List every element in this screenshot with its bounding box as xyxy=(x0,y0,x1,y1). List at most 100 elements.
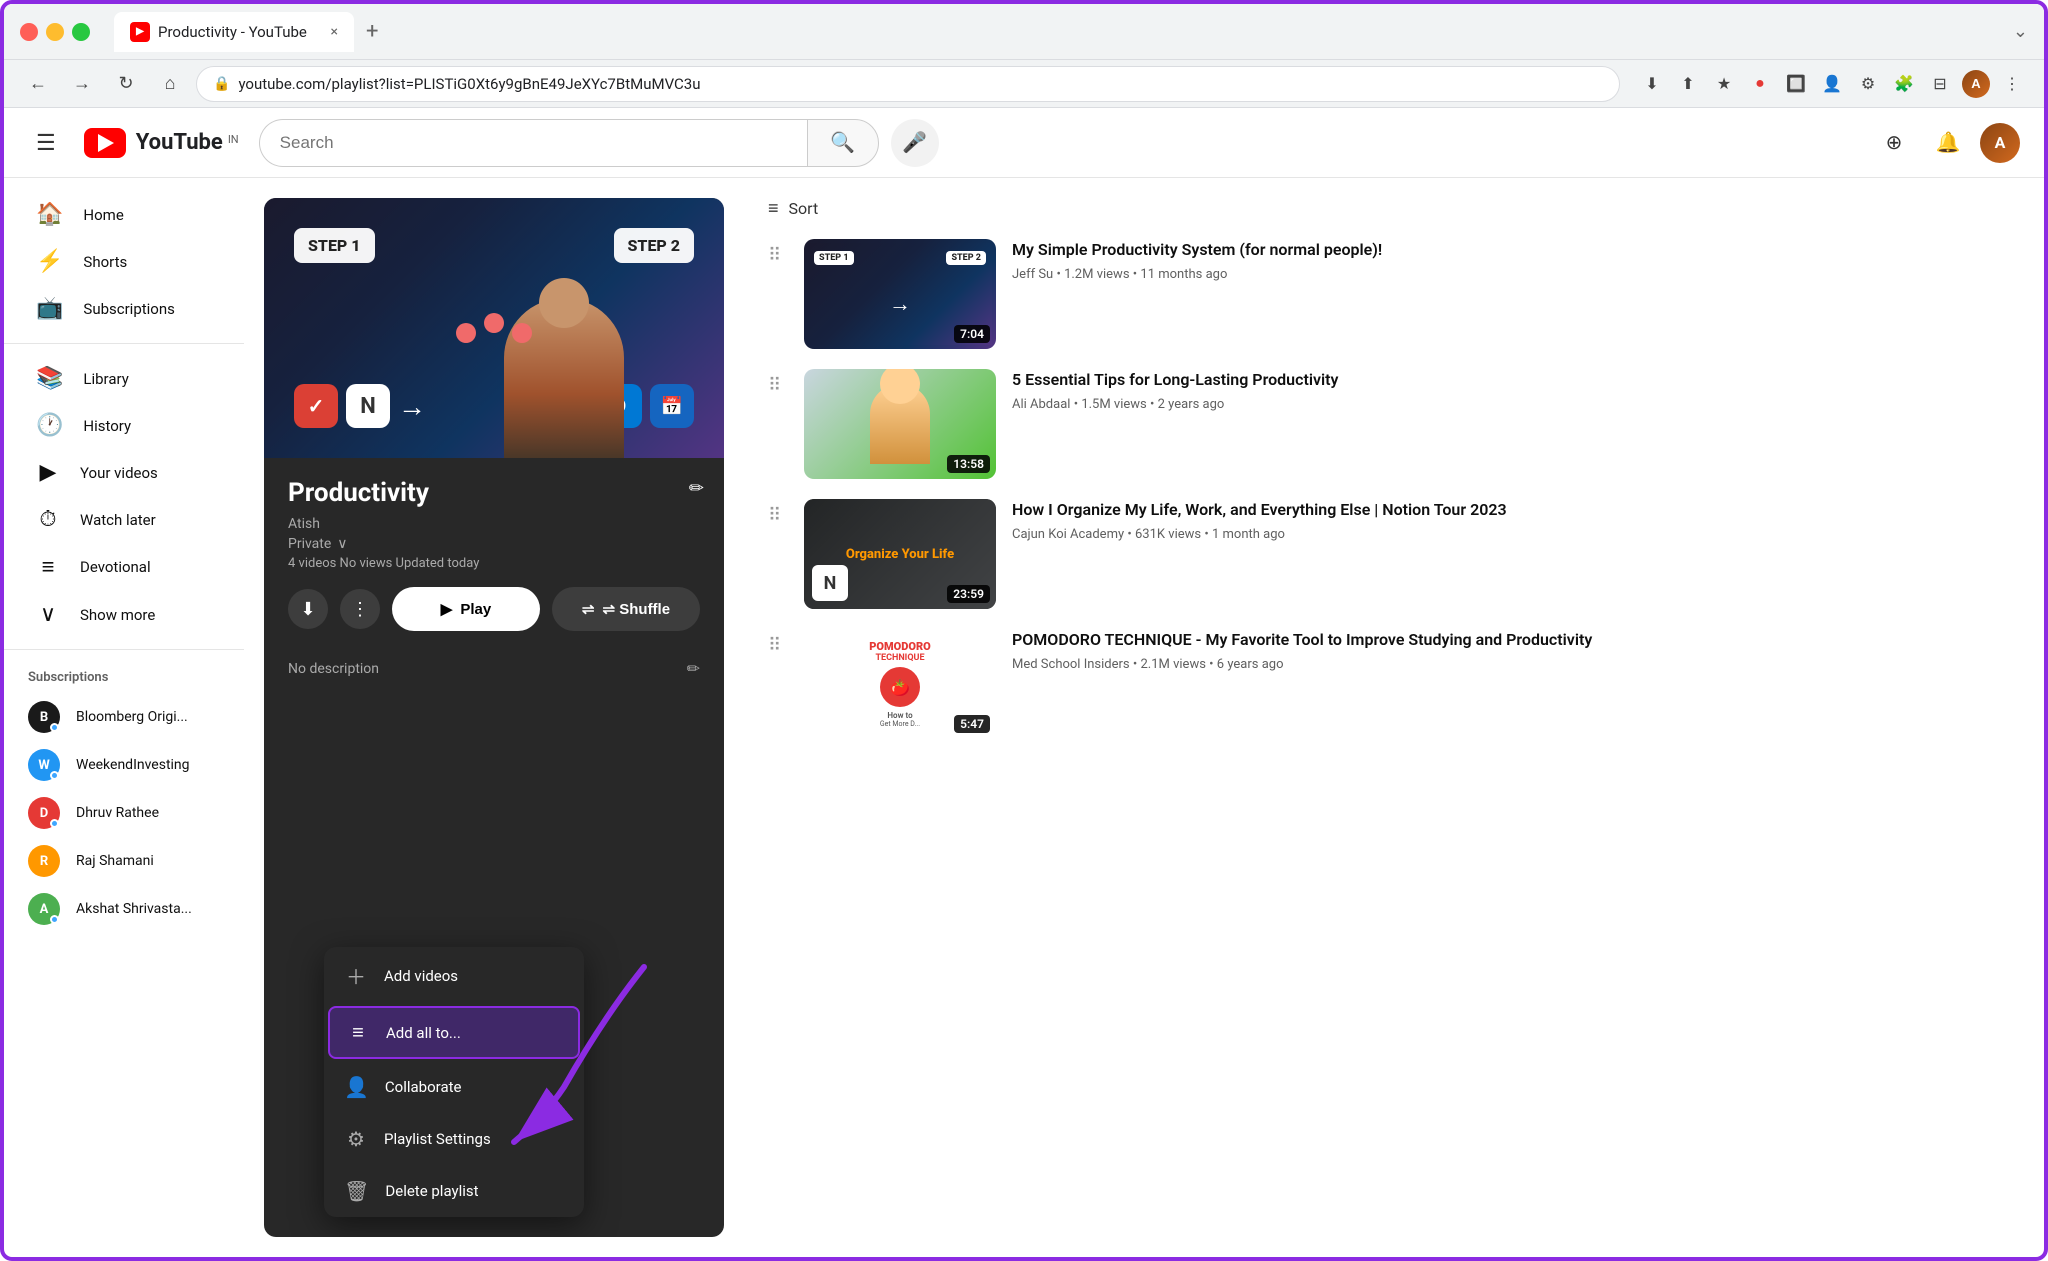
sidebar-item-home[interactable]: 🏠 Home xyxy=(12,192,236,237)
tab-close-button[interactable]: × xyxy=(331,24,338,40)
video-age-2: 2 years ago xyxy=(1158,397,1225,412)
sidebar-item-history[interactable]: 🕐 History xyxy=(12,403,236,448)
history-icon: 🕐 xyxy=(36,413,63,438)
akshat-avatar: A xyxy=(28,893,60,925)
browser-actions: ⬇ ⬆ ★ ● 🔲 👤 ⚙ 🧩 ⊟ A ⋮ xyxy=(1636,68,2028,100)
sidebar-label-home: Home xyxy=(83,206,123,224)
sidebar-item-shorts[interactable]: ⚡ Shorts xyxy=(12,239,236,284)
dropdown-collaborate[interactable]: 👤 Collaborate xyxy=(324,1061,584,1113)
search-input[interactable] xyxy=(259,119,807,167)
bookmark-icon[interactable]: ★ xyxy=(1708,68,1740,100)
notion-icon: N xyxy=(346,384,390,428)
dropdown-add-all-to[interactable]: ≡ Add all to... xyxy=(328,1006,580,1059)
sidebar-toggle-icon[interactable]: ⊟ xyxy=(1924,68,1956,100)
dropdown-add-videos[interactable]: ＋ Add videos xyxy=(324,947,584,1004)
user-avatar[interactable]: A xyxy=(1980,123,2020,163)
minimize-traffic-light[interactable] xyxy=(46,23,64,41)
profile-icon[interactable]: A xyxy=(1960,68,1992,100)
refresh-button[interactable]: ↻ xyxy=(108,66,144,102)
download-playlist-button[interactable]: ⬇ xyxy=(288,589,328,629)
desc-edit-button[interactable]: ✏ xyxy=(687,659,700,679)
voice-search-button[interactable]: 🎤 xyxy=(891,119,939,167)
extension-4-icon[interactable]: ⚙ xyxy=(1852,68,1884,100)
address-bar[interactable]: 🔒 youtube.com/playlist?list=PLISTiG0Xt6y… xyxy=(196,66,1620,102)
video-item-2[interactable]: ⠿ 13:58 5 Essential Tips for Long-Lastin… xyxy=(768,369,2020,479)
asana-logo xyxy=(456,313,532,343)
shuffle-icon: ⇌ xyxy=(582,600,595,618)
shuffle-playlist-button[interactable]: ⇌ ⇌ Shuffle xyxy=(552,587,700,631)
sidebar-label-library: Library xyxy=(83,370,128,388)
video-item-3[interactable]: ⠿ Organize Your Life N 23:59 How I xyxy=(768,499,2020,609)
youtube-menu-button[interactable]: ☰ xyxy=(28,122,64,164)
forward-button[interactable]: → xyxy=(64,66,100,102)
dropdown-menu: ＋ Add videos ≡ Add all to... 👤 Collabora… xyxy=(324,947,584,1217)
more-options-button[interactable]: ⋮ xyxy=(340,589,380,629)
video-item-4[interactable]: ⠿ POMODORO TECHNIQUE 🍅 How to xyxy=(768,629,2020,739)
sidebar-item-watch-later[interactable]: ⏱ Watch later xyxy=(12,497,236,542)
download-icon[interactable]: ⬇ xyxy=(1636,68,1668,100)
playlist-privacy[interactable]: Private ∨ xyxy=(288,536,700,552)
notifications-button[interactable]: 🔔 xyxy=(1926,121,1970,165)
video-meta-1: Jeff Su • 1.2M views • 11 months ago xyxy=(1012,267,2020,282)
search-button[interactable]: 🔍 xyxy=(807,119,879,167)
delete-icon: 🗑 xyxy=(344,1179,369,1203)
video-info-2: 5 Essential Tips for Long-Lasting Produc… xyxy=(1012,369,2020,412)
video-thumb-4: POMODORO TECHNIQUE 🍅 How to Get More D..… xyxy=(804,629,996,739)
collaborate-icon: 👤 xyxy=(344,1075,369,1099)
video-info-3: How I Organize My Life, Work, and Everyt… xyxy=(1012,499,2020,542)
your-videos-icon: ▶ xyxy=(36,460,60,485)
delete-playlist-label: Delete playlist xyxy=(385,1182,478,1200)
video-item-1[interactable]: ⠿ STEP 1 STEP 2 → 7:04 My Simple Product… xyxy=(768,239,2020,349)
video-channel-1: Jeff Su xyxy=(1012,267,1053,282)
sidebar-sub-raj[interactable]: R Raj Shamani xyxy=(4,837,244,885)
extension-1-icon[interactable]: ● xyxy=(1744,68,1776,100)
back-button[interactable]: ← xyxy=(20,66,56,102)
playlist-desc-area: No description ✏ xyxy=(264,659,724,695)
playlist-edit-button[interactable]: ✏ xyxy=(689,478,704,499)
video-duration-1: 7:04 xyxy=(954,325,990,343)
create-button[interactable]: ⊕ xyxy=(1872,121,1916,165)
youtube-logo[interactable]: YouTube IN xyxy=(84,128,239,158)
app-icons: ✓ N → xyxy=(294,384,426,428)
sidebar-sub-akshat[interactable]: A Akshat Shrivasta... xyxy=(4,885,244,933)
add-all-to-icon: ≡ xyxy=(346,1020,370,1045)
sidebar-item-devotional[interactable]: ≡ Devotional xyxy=(12,544,236,590)
sidebar-item-subscriptions[interactable]: 📺 Subscriptions xyxy=(12,286,236,331)
sidebar-label-show-more: Show more xyxy=(80,606,155,624)
maximize-traffic-light[interactable] xyxy=(72,23,90,41)
sidebar-item-your-videos[interactable]: ▶ Your videos xyxy=(12,450,236,495)
close-traffic-light[interactable] xyxy=(20,23,38,41)
chrome-menu-icon[interactable]: ⋮ xyxy=(1996,68,2028,100)
sidebar-item-library[interactable]: 📚 Library xyxy=(12,356,236,401)
playlist-icon: ≡ xyxy=(36,554,60,580)
extension-2-icon[interactable]: 🔲 xyxy=(1780,68,1812,100)
arrow-connector: → xyxy=(398,384,426,428)
playlist-info: Productivity Atish Private ∨ 4 videos No… xyxy=(264,458,724,659)
sidebar-show-more[interactable]: ∨ Show more xyxy=(12,592,236,637)
video-views-3: 631K views xyxy=(1135,527,1201,542)
youtube-main: 🏠 Home ⚡ Shorts 📺 Subscriptions 📚 Librar… xyxy=(4,178,2044,1257)
sidebar-label-your-videos: Your videos xyxy=(80,464,158,482)
search-bar: 🔍 🎤 xyxy=(259,119,939,167)
play-playlist-button[interactable]: ▶ Play xyxy=(392,587,540,631)
active-tab[interactable]: ▶ Productivity - YouTube × xyxy=(114,12,354,52)
sidebar-sub-dhruv[interactable]: D Dhruv Rathee xyxy=(4,789,244,837)
new-tab-button[interactable]: + xyxy=(366,19,378,44)
address-text: youtube.com/playlist?list=PLISTiG0Xt6y9g… xyxy=(238,75,1603,93)
sort-bar: ≡ Sort xyxy=(768,198,2020,219)
home-button[interactable]: ⌂ xyxy=(152,66,188,102)
share-icon[interactable]: ⬆ xyxy=(1672,68,1704,100)
akshat-label: Akshat Shrivasta... xyxy=(76,901,192,917)
dropdown-playlist-settings[interactable]: ⚙ Playlist Settings xyxy=(324,1113,584,1165)
sidebar-sub-bloomberg[interactable]: B Bloomberg Origi... xyxy=(4,693,244,741)
youtube-logo-text: YouTube xyxy=(136,130,223,155)
tab-bar: ▶ Productivity - YouTube × + xyxy=(114,12,2001,52)
video-title-4: POMODORO TECHNIQUE - My Favorite Tool to… xyxy=(1012,629,2020,651)
video-dot-3: • xyxy=(1127,527,1135,542)
extension-3-icon[interactable]: 👤 xyxy=(1816,68,1848,100)
dropdown-delete-playlist[interactable]: 🗑 Delete playlist xyxy=(324,1165,584,1217)
sidebar-sub-weekendinvesting[interactable]: W WeekendInvesting xyxy=(4,741,244,789)
video-duration-2: 13:58 xyxy=(947,455,990,473)
extensions-puzzle-icon[interactable]: 🧩 xyxy=(1888,68,1920,100)
video-channel-2: Ali Abdaal xyxy=(1012,397,1070,412)
